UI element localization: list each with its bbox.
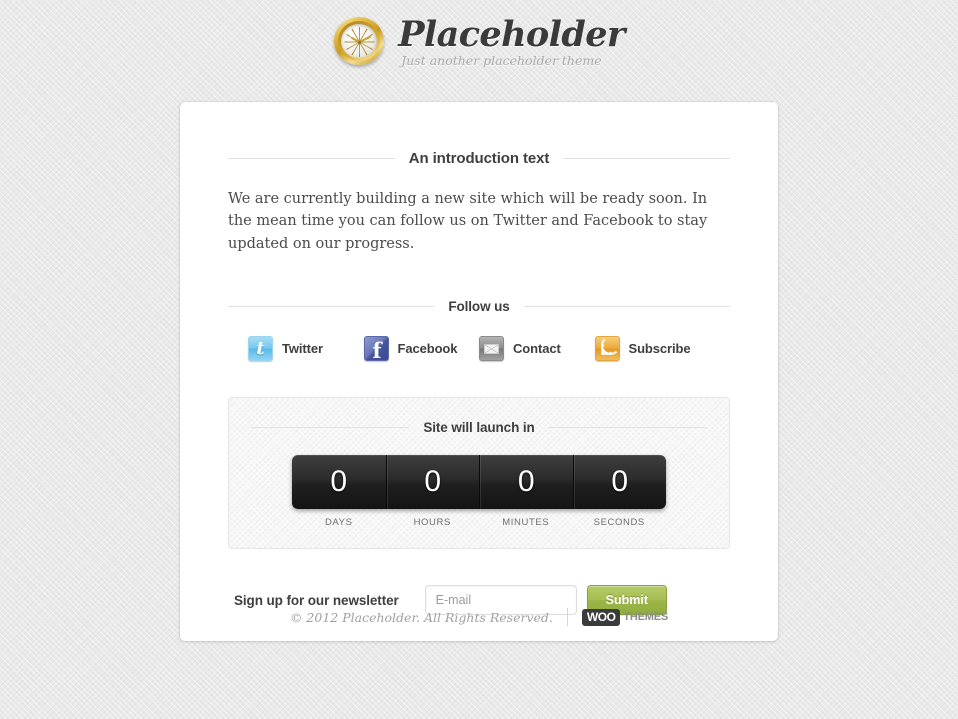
countdown-segment-days: 0	[292, 455, 386, 509]
newsletter-label: Sign up for our newsletter	[234, 592, 399, 608]
intro-heading-text: An introduction text	[408, 150, 550, 167]
footer-divider	[566, 608, 568, 626]
site-header: Placeholder Just another placeholder the…	[0, 0, 958, 68]
site-identity: Placeholder Just another placeholder the…	[398, 17, 625, 68]
countdown-segment-seconds: 0	[572, 455, 667, 510]
twitter-icon	[248, 336, 273, 362]
follow-heading-text: Follow us	[448, 299, 510, 315]
social-label-twitter: Twitter	[282, 341, 323, 357]
social-label-subscribe: Subscribe	[628, 341, 691, 357]
countdown-label-days: DAYS	[324, 517, 353, 529]
site-footer: © 2012 Placeholder. All Rights Reserved.…	[0, 608, 958, 626]
social-link-contact[interactable]: Contact	[479, 336, 595, 362]
clock-icon	[333, 16, 385, 68]
countdown-value-minutes: 0	[517, 465, 535, 499]
countdown-value-days: 0	[330, 465, 348, 499]
social-link-subscribe[interactable]: Subscribe	[594, 336, 711, 362]
copyright-text: © 2012 Placeholder. All Rights Reserved.	[289, 609, 553, 625]
site-logo[interactable]: Placeholder Just another placeholder the…	[333, 16, 625, 68]
page-root: Placeholder Just another placeholder the…	[0, 0, 958, 719]
woothemes-logo[interactable]: WOO THEMES	[581, 608, 669, 626]
countdown-label-minutes: MINUTES	[502, 517, 550, 529]
countdown-value-seconds: 0	[611, 465, 629, 499]
intro-heading: An introduction text	[228, 102, 730, 167]
countdown-label-hours: HOURS	[413, 517, 451, 529]
main-card: An introduction text We are currently bu…	[180, 102, 778, 642]
social-links: Twitter Facebook Contact	[228, 336, 730, 362]
countdown-heading-text: Site will launch in	[423, 420, 535, 436]
follow-heading: Follow us	[228, 299, 731, 315]
social-link-twitter[interactable]: Twitter	[248, 336, 364, 362]
countdown-value-hours: 0	[424, 465, 442, 499]
countdown-segment-hours: 0	[385, 455, 480, 510]
site-tagline: Just another placeholder theme	[401, 52, 602, 68]
heading-rule-right	[563, 158, 730, 159]
countdown-label-seconds: SECONDS	[593, 517, 645, 529]
facebook-icon	[363, 336, 389, 362]
countdown-segment-minutes: 0	[479, 455, 573, 510]
heading-rule-right	[523, 306, 731, 308]
countdown-panel: Site will launch in 0 0 0 0 DAYS HOURS M…	[228, 397, 730, 550]
heading-rule-left	[228, 158, 395, 159]
social-label-facebook: Facebook	[397, 341, 458, 357]
woothemes-badge: WOO	[581, 608, 621, 626]
woothemes-wordmark: THEMES	[623, 611, 669, 623]
heading-rule-right	[548, 427, 707, 429]
social-label-contact: Contact	[513, 341, 561, 357]
intro-body-text: We are currently building a new site whi…	[228, 191, 708, 252]
rss-icon	[594, 336, 620, 362]
social-link-facebook[interactable]: Facebook	[363, 336, 480, 362]
countdown-clock: 0 0 0 0	[292, 455, 667, 510]
envelope-icon	[479, 336, 504, 362]
heading-rule-left	[251, 427, 410, 429]
countdown-labels: DAYS HOURS MINUTES SECONDS	[292, 517, 666, 528]
site-title: Placeholder	[398, 13, 625, 55]
heading-rule-left	[228, 306, 435, 308]
countdown-heading: Site will launch in	[251, 420, 707, 435]
